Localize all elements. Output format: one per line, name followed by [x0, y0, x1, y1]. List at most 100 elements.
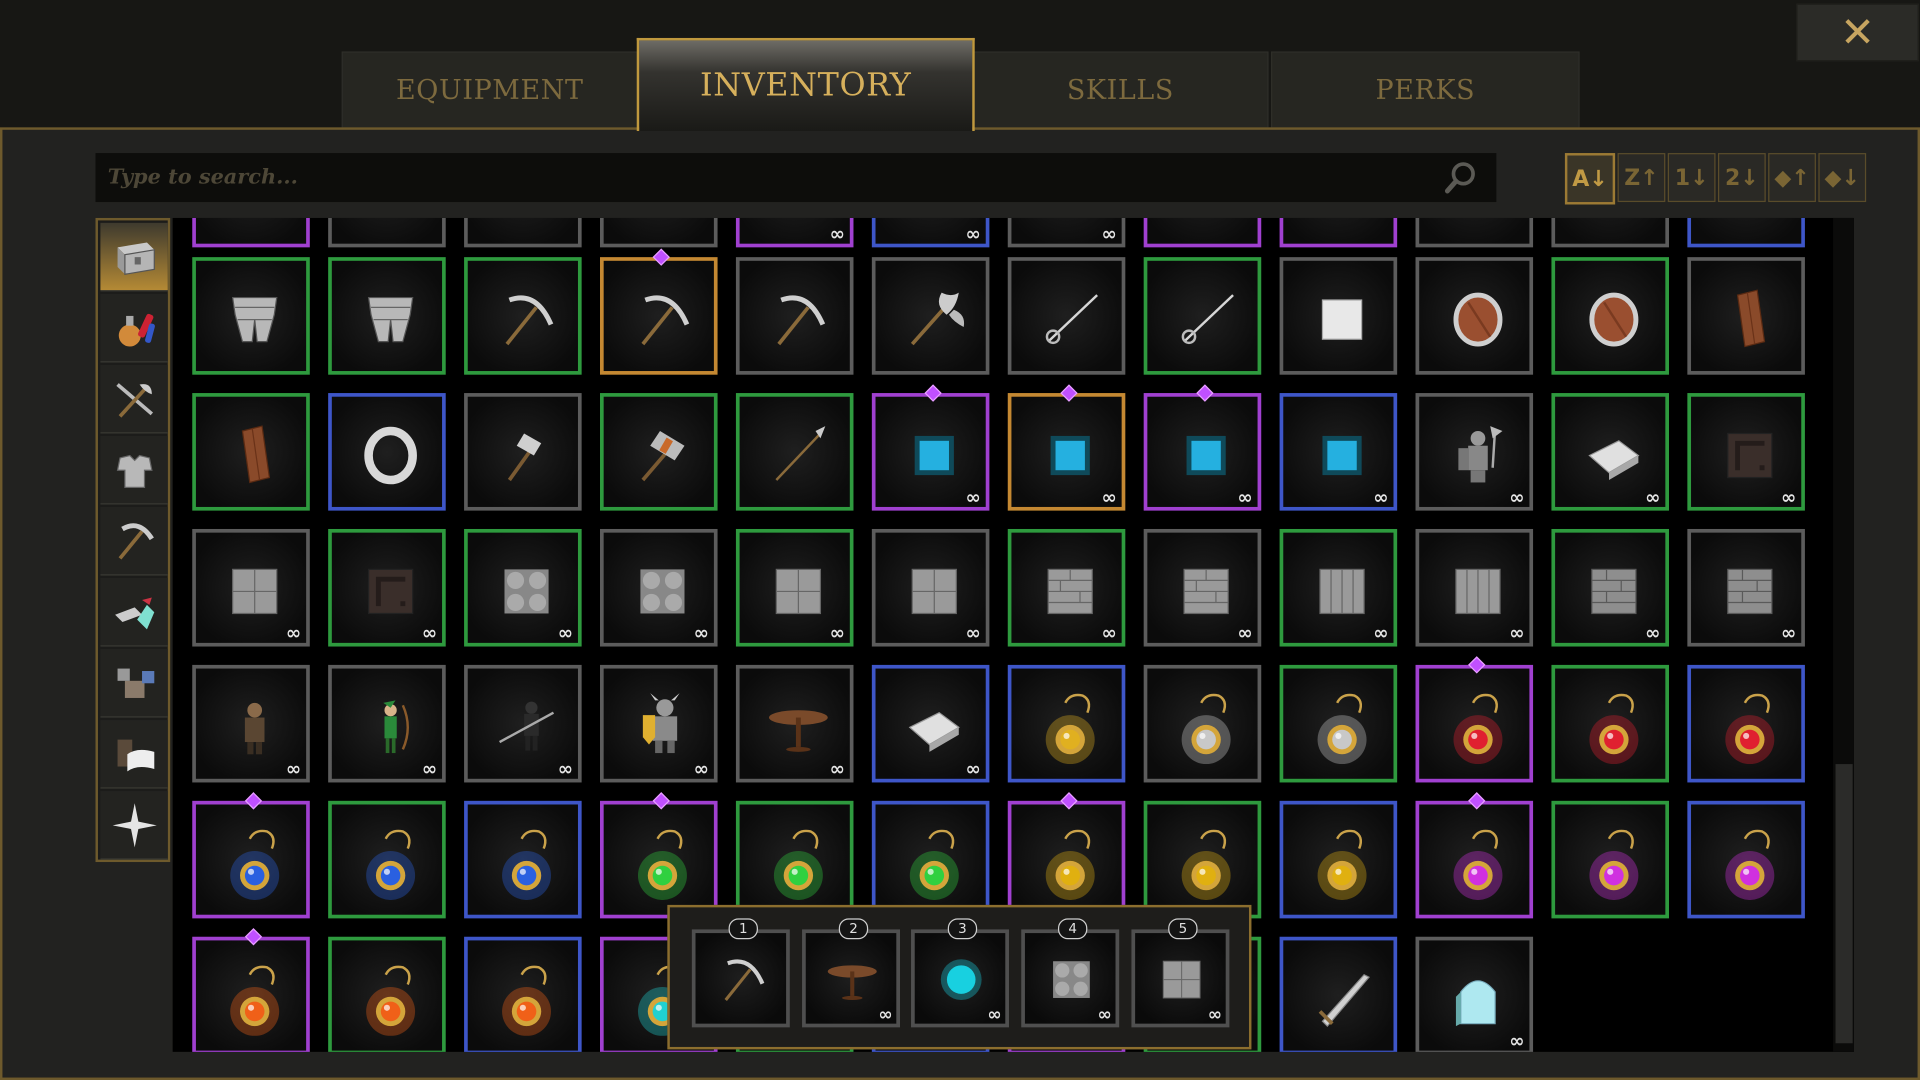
tab-skills[interactable]: SKILLS — [972, 51, 1269, 130]
inventory-slot-unknown[interactable]: ∞ — [871, 217, 990, 248]
inventory-slot-round-shield[interactable] — [1551, 257, 1669, 375]
inventory-slot-pickaxe[interactable] — [735, 257, 854, 375]
inventory-slot-stone-tile-4[interactable]: ∞ — [735, 528, 854, 647]
inventory-slot-gold-amulet[interactable] — [1007, 664, 1126, 783]
inventory-slot-maul[interactable] — [600, 393, 718, 511]
category-potions[interactable] — [100, 293, 168, 363]
inventory-slot-dark-block[interactable]: ∞ — [328, 528, 446, 647]
inventory-slot-cyan-tile[interactable]: ∞ — [871, 384, 990, 511]
inventory-slot-ice-door[interactable]: ∞ — [1415, 936, 1534, 1052]
inventory-slot-unknown[interactable] — [1551, 217, 1669, 248]
inventory-slot-pillar-tile[interactable]: ∞ — [1415, 528, 1534, 647]
inventory-slot-wood-plank[interactable] — [1687, 257, 1805, 375]
sort-num-asc-icon[interactable]: 1↓ — [1667, 153, 1716, 203]
sort-alpha-desc-icon[interactable]: Z↑ — [1617, 153, 1666, 203]
inventory-slot-pillar-tile[interactable]: ∞ — [1279, 528, 1398, 647]
category-books[interactable] — [100, 720, 168, 789]
inventory-slot-cyan-tile[interactable]: ∞ — [1279, 393, 1398, 511]
tab-equipment[interactable]: EQUIPMENT — [341, 51, 638, 130]
inventory-slot-cyan-tile[interactable]: ∞ — [1007, 384, 1126, 511]
inventory-slot-green-amulet[interactable] — [735, 800, 854, 919]
inventory-slot-bandit-figure[interactable]: ∞ — [192, 664, 310, 783]
sort-rarity-asc-icon[interactable]: ◆↑ — [1768, 153, 1816, 203]
inventory-slot-green-amulet[interactable] — [600, 792, 718, 919]
inventory-slot-unknown[interactable] — [464, 217, 582, 248]
inventory-slot-purple-amulet[interactable] — [1687, 800, 1805, 919]
inventory-slot-spearman-figure[interactable]: ∞ — [464, 664, 582, 783]
inventory-slot-cyan-tile[interactable]: ∞ — [1143, 384, 1262, 511]
inventory-slot-unknown[interactable]: ∞ — [1007, 217, 1126, 248]
inventory-slot-round-table[interactable]: ∞ — [735, 664, 854, 783]
inventory-slot-silver-ring[interactable] — [328, 393, 446, 511]
inventory-slot-unknown[interactable] — [328, 217, 446, 248]
inventory-slot-pickaxe[interactable] — [464, 257, 582, 375]
inventory-slot-armored-knight[interactable]: ∞ — [600, 664, 718, 783]
inventory-slot-silver-amulet[interactable] — [1143, 664, 1262, 783]
inventory-slot-battle-axe[interactable] — [871, 257, 990, 375]
inventory-slot-unknown[interactable]: ∞ — [735, 217, 854, 248]
inventory-slot-leg-armor[interactable] — [328, 257, 446, 375]
inventory-slot-unknown[interactable] — [192, 217, 310, 248]
inventory-slot-green-amulet[interactable] — [871, 800, 990, 919]
tab-perks[interactable]: PERKS — [1271, 51, 1580, 130]
inventory-slot-yellow-amulet[interactable] — [1007, 792, 1126, 919]
inventory-slot-brick-tile[interactable]: ∞ — [1143, 528, 1262, 647]
inventory-slot-rapier[interactable] — [1143, 257, 1262, 375]
inventory-slot-war-hammer[interactable] — [464, 393, 582, 511]
inventory-slot-dark-block[interactable]: ∞ — [1687, 393, 1805, 511]
inventory-slot-silver-amulet[interactable] — [1279, 664, 1398, 783]
inventory-slot-blue-amulet[interactable] — [192, 792, 310, 919]
scrollbar-thumb[interactable] — [1835, 764, 1853, 1044]
category-blocks[interactable] — [100, 648, 168, 718]
inventory-slot-archer-figure[interactable]: ∞ — [328, 664, 446, 783]
inventory-slot-red-amulet[interactable] — [1415, 656, 1534, 783]
hotbar-slot-4[interactable]: 4 ∞ — [1021, 918, 1120, 1028]
search-icon[interactable] — [1442, 160, 1479, 197]
inventory-slot-blue-amulet[interactable] — [328, 800, 446, 919]
inventory-slot-red-amulet[interactable] — [1687, 664, 1805, 783]
inventory-slot-orange-amulet[interactable] — [464, 936, 582, 1052]
inventory-slot-round-shield[interactable] — [1415, 257, 1534, 375]
inventory-slot-silver-ingot[interactable]: ∞ — [871, 664, 990, 783]
close-button[interactable]: ✕ — [1796, 3, 1919, 62]
sort-alpha-asc-icon[interactable]: A↓ — [1564, 153, 1616, 205]
inventory-slot-round-tile[interactable]: ∞ — [600, 528, 718, 647]
inventory-slot-white-block[interactable] — [1279, 257, 1398, 375]
inventory-slot-silver-ingot[interactable]: ∞ — [1551, 393, 1669, 511]
category-weapons[interactable] — [100, 364, 168, 434]
category-special[interactable] — [100, 791, 168, 860]
inventory-slot-orange-amulet[interactable] — [328, 936, 446, 1052]
inventory-slot-blue-amulet[interactable] — [464, 800, 582, 919]
search-input[interactable] — [95, 153, 1431, 203]
hotbar-slot-5[interactable]: 5 ∞ — [1131, 918, 1230, 1028]
inventory-slot-stone-tile-4[interactable]: ∞ — [871, 528, 990, 647]
inventory-slot-leg-armor[interactable] — [192, 257, 310, 375]
inventory-slot-purple-amulet[interactable] — [1415, 792, 1534, 919]
inventory-slot-unknown[interactable] — [1415, 217, 1534, 248]
inventory-slot-unknown[interactable] — [600, 217, 718, 248]
inventory-slot-stone-brick[interactable]: ∞ — [1687, 528, 1805, 647]
inventory-slot-steel-sword[interactable] — [1279, 936, 1398, 1052]
inventory-slot-orange-amulet[interactable] — [192, 928, 310, 1052]
inventory-slot-unknown[interactable] — [1143, 217, 1262, 248]
hotbar-slot-1[interactable]: 1 — [691, 918, 790, 1028]
inventory-slot-knight-statue[interactable]: ∞ — [1415, 393, 1534, 511]
hotbar-slot-3[interactable]: 3 ∞ — [911, 918, 1009, 1028]
inventory-slot-pickaxe[interactable] — [600, 248, 718, 375]
inventory-slot-rapier[interactable] — [1007, 257, 1126, 375]
inventory-slot-red-amulet[interactable] — [1551, 664, 1669, 783]
sort-num-desc-icon[interactable]: 2↓ — [1717, 153, 1766, 203]
inventory-slot-stone-brick[interactable]: ∞ — [1551, 528, 1669, 647]
inventory-slot-yellow-amulet[interactable] — [1279, 800, 1398, 919]
inventory-slot-unknown[interactable] — [1279, 217, 1398, 248]
category-chest[interactable] — [100, 222, 168, 292]
inventory-slot-brick-tile[interactable]: ∞ — [1007, 528, 1126, 647]
sort-rarity-desc-icon[interactable]: ◆↓ — [1818, 153, 1867, 203]
category-materials[interactable] — [100, 577, 168, 647]
inventory-slot-stone-tile-4[interactable]: ∞ — [192, 528, 310, 647]
category-armor[interactable] — [100, 435, 168, 505]
category-tools[interactable] — [100, 506, 168, 576]
inventory-slot-unknown[interactable] — [1687, 217, 1805, 248]
inventory-slot-round-tile[interactable]: ∞ — [464, 528, 582, 647]
inventory-slot-spear[interactable] — [735, 393, 854, 511]
